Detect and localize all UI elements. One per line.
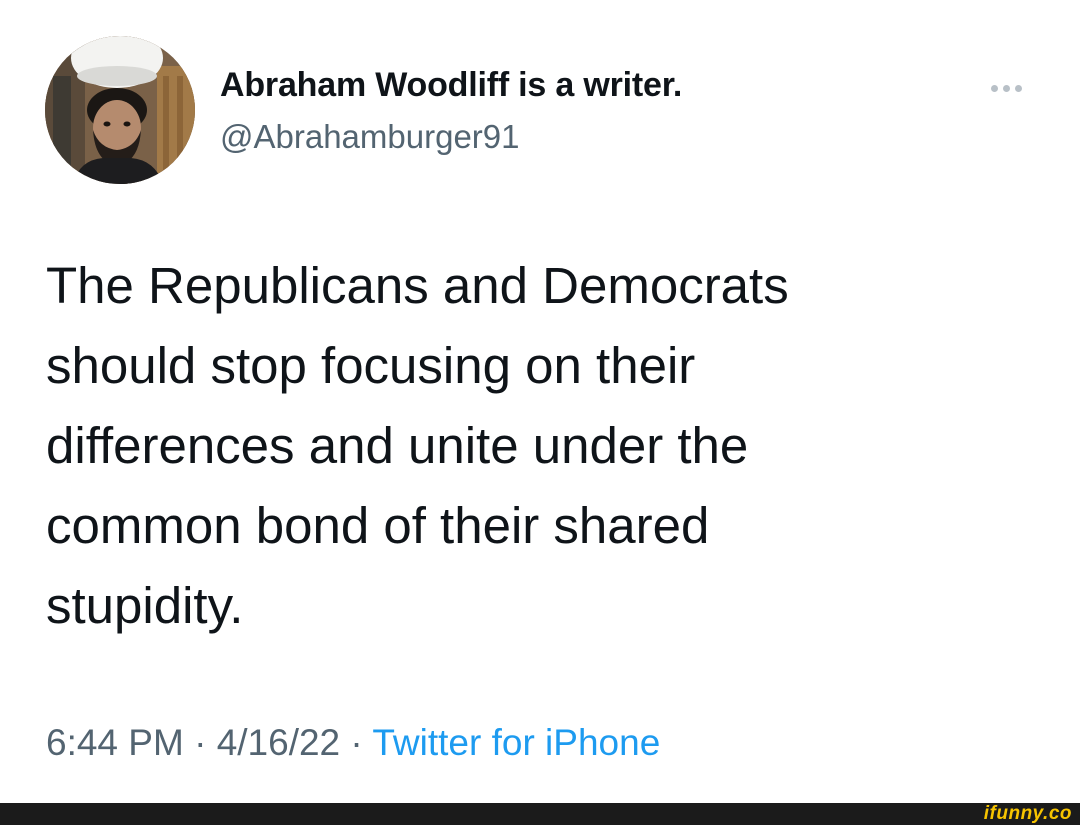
user-handle[interactable]: @Abrahamburger91	[220, 118, 520, 156]
tweet-text-line: differences and unite under the	[46, 417, 749, 474]
separator: ·	[194, 722, 217, 763]
tweet-text: The Republicans and Democrats should sto…	[46, 246, 1036, 646]
tweet-text-line: should stop focusing on their	[46, 337, 696, 394]
tweet-text-line: stupidity.	[46, 577, 244, 634]
watermark-bar: ifunny.co	[0, 803, 1080, 825]
tweet-text-line: The Republicans and Democrats	[46, 257, 789, 314]
tweet-card: Abraham Woodliff is a writer. @Abrahambu…	[0, 0, 1080, 803]
tweet-date[interactable]: 4/16/22	[217, 722, 340, 763]
dot	[1002, 84, 1010, 92]
separator: ·	[350, 722, 373, 763]
dot	[990, 84, 998, 92]
avatar[interactable]	[45, 36, 195, 184]
tweet-text-line: common bond of their shared	[46, 497, 710, 554]
avatar-photo	[45, 36, 195, 184]
tweet-metadata: 6:44 PM · 4/16/22 · Twitter for iPhone	[46, 722, 660, 764]
ifunny-watermark: ifunny.co	[983, 803, 1072, 824]
tweet-time[interactable]: 6:44 PM	[46, 722, 184, 763]
more-options-icon[interactable]	[978, 78, 1034, 98]
dot	[1014, 84, 1022, 92]
display-name[interactable]: Abraham Woodliff is a writer.	[220, 66, 682, 105]
tweet-source-link[interactable]: Twitter for iPhone	[372, 722, 660, 763]
